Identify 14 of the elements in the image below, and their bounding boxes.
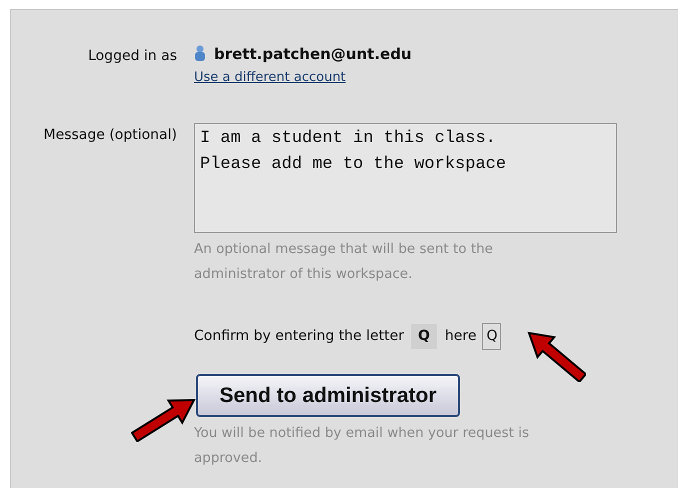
confirm-field[interactable]: Q [482,323,502,350]
message-field[interactable]: I am a student in this class. Please add me to the workspace [194,123,617,233]
confirm-suffix: here [444,327,476,346]
different-account-link[interactable]: Use a different account [194,68,412,87]
confirm-prompt: Confirm by entering the letter [194,327,404,346]
confirm-letter: Q [410,324,437,349]
user-email: brett.patchen@unt.edu [214,44,412,65]
message-label: Message (optional) [42,126,177,145]
notification-text: You will be notified by email when your request is approved. [194,424,530,468]
logged-in-label: Logged in as [87,47,177,66]
message-help-text: An optional message that will be sent to the administrator of this workspace. [194,240,494,284]
user-icon [194,45,206,64]
arrow-icon [526,330,586,382]
send-button[interactable]: Send to administrator [196,374,460,417]
